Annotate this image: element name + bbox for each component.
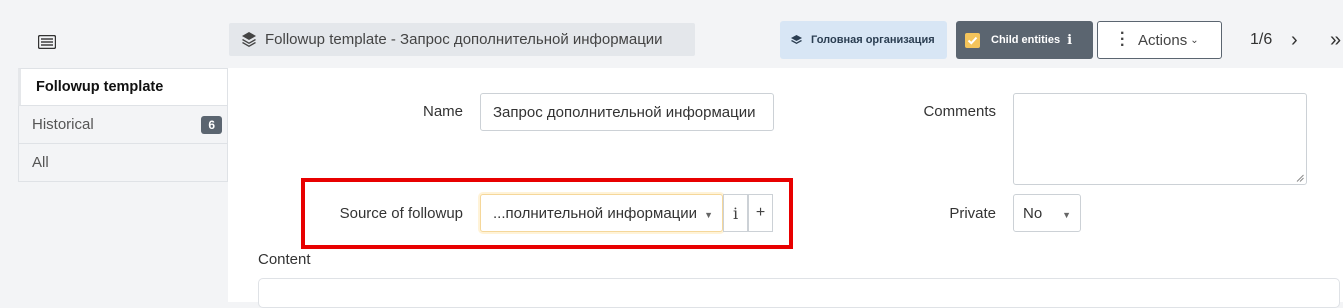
tab-historical[interactable]: Historical 6 xyxy=(18,106,228,144)
sidebar-tabs: Followup template Historical 6 All xyxy=(18,68,228,182)
child-entities-button[interactable]: Child entities i xyxy=(956,21,1093,59)
highlight-annotation xyxy=(301,178,793,249)
sidebar: Followup template Historical 6 All xyxy=(0,0,228,302)
pager-position: 1/6 xyxy=(1250,31,1273,48)
layers-icon xyxy=(242,32,256,47)
list-icon[interactable] xyxy=(38,35,56,49)
organization-button[interactable]: Головная организация xyxy=(780,21,947,59)
info-icon[interactable]: i xyxy=(1067,33,1072,48)
caret-down-icon: ▼ xyxy=(1062,210,1071,220)
chevron-down-icon: ⌄ xyxy=(1190,34,1199,46)
private-select[interactable]: No ▼ xyxy=(1013,194,1081,232)
organization-label: Головная организация xyxy=(811,34,935,46)
count-badge: 6 xyxy=(201,116,222,134)
content-label: Content xyxy=(258,251,311,268)
name-field[interactable]: Запрос дополнительной информации xyxy=(480,93,774,131)
page-title-text: Followup template - Запрос дополнительно… xyxy=(265,31,663,48)
tab-label: Historical xyxy=(32,116,94,133)
private-label: Private xyxy=(949,205,996,222)
tab-label: Followup template xyxy=(36,79,164,95)
more-vertical-icon: · · · xyxy=(1120,25,1126,54)
tab-label: All xyxy=(32,154,49,171)
actions-label: Actions xyxy=(1138,31,1188,49)
name-value: Запрос дополнительной информации xyxy=(493,103,756,121)
checkbox-checked-icon[interactable] xyxy=(965,33,980,48)
comments-textarea[interactable] xyxy=(1013,93,1307,185)
private-value: No xyxy=(1023,204,1043,222)
comments-label: Comments xyxy=(923,103,996,120)
content-editor[interactable] xyxy=(258,278,1340,308)
name-label: Name xyxy=(422,103,463,120)
child-entities-label: Child entities xyxy=(991,34,1061,46)
tab-all[interactable]: All xyxy=(18,144,228,182)
resize-handle-icon[interactable] xyxy=(1296,174,1304,182)
layers-icon xyxy=(791,35,802,44)
page-title: Followup template - Запрос дополнительно… xyxy=(229,23,695,56)
tab-followup-template[interactable]: Followup template xyxy=(18,68,228,106)
double-chevron-right-icon[interactable]: » xyxy=(1330,30,1341,50)
chevron-right-icon[interactable]: › xyxy=(1291,30,1298,50)
actions-button[interactable]: · · · Actions ⌄ xyxy=(1097,21,1222,59)
